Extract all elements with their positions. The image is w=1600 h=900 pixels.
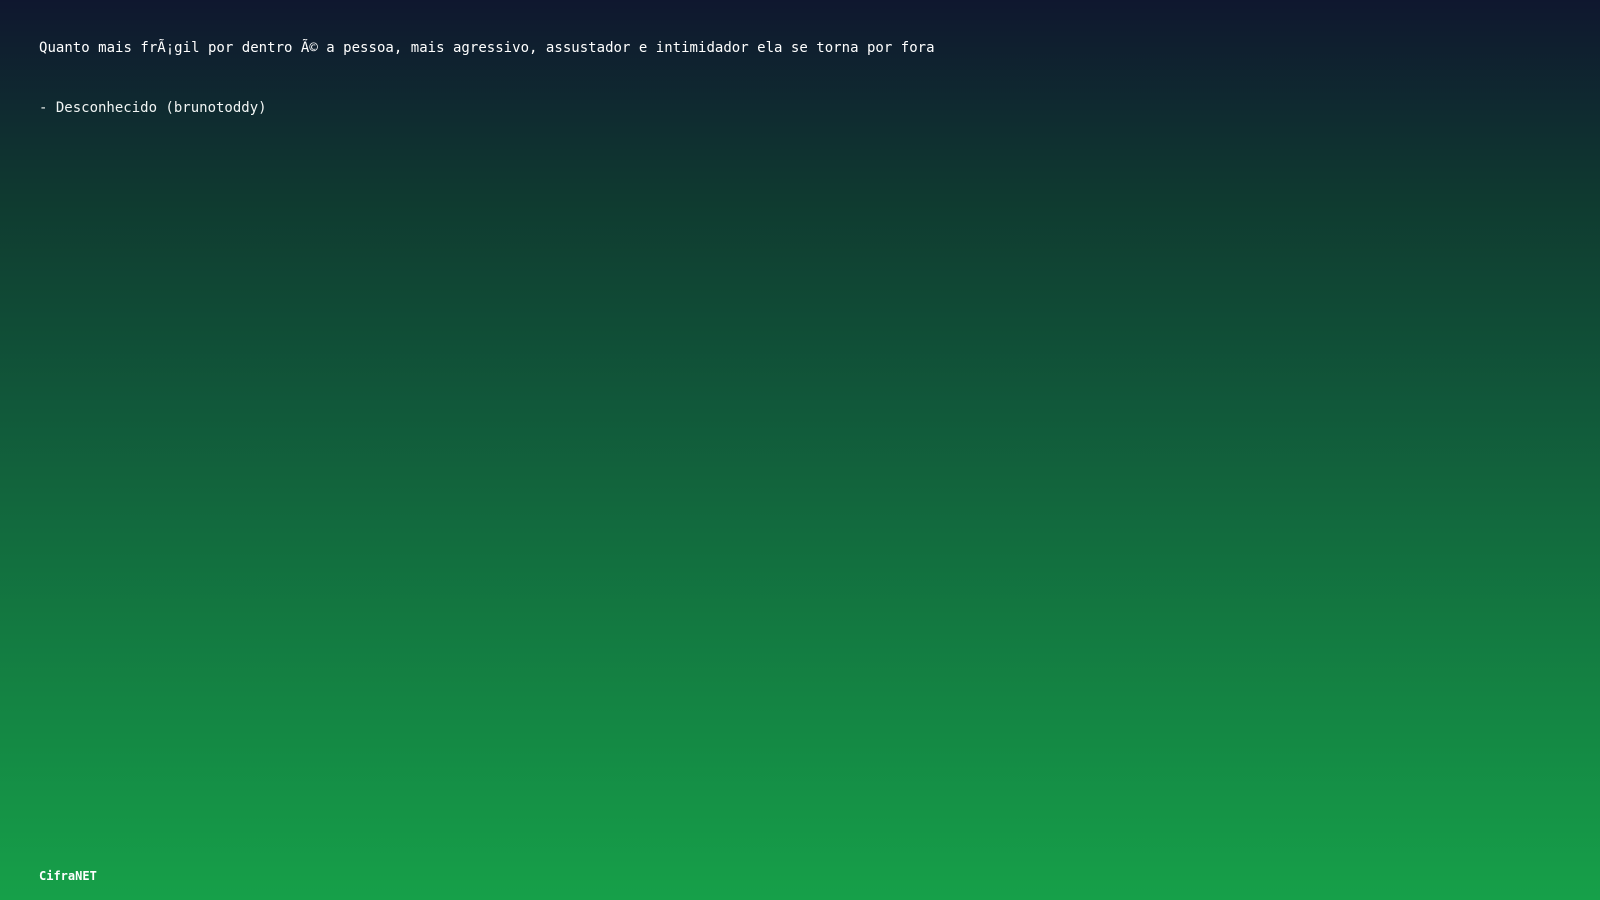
brand-label: CifraNET — [39, 869, 97, 883]
quote-author: - Desconhecido (brunotoddy) — [39, 100, 267, 116]
quote-text: Quanto mais frÃ¡gil por dentro Ã© a pess… — [39, 40, 935, 56]
